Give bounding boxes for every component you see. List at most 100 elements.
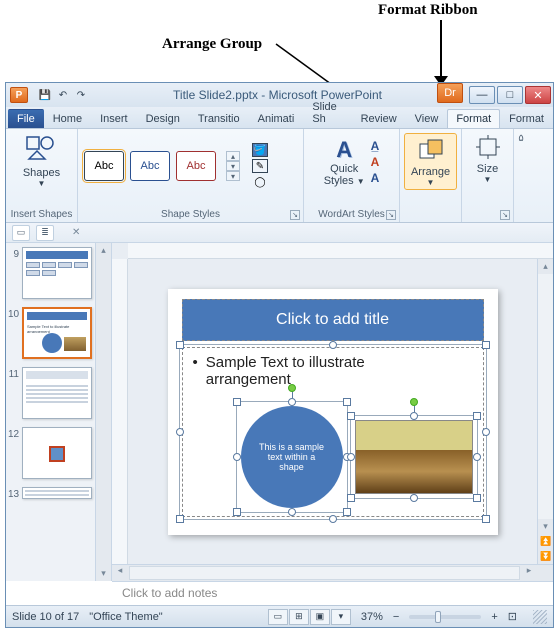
tab-animations[interactable]: Animati [249, 109, 304, 128]
group-size: Size ▼ ↘ [462, 129, 514, 222]
slides-tab-icon[interactable]: ▭ [12, 225, 30, 241]
tab-transitions[interactable]: Transitio [189, 109, 249, 128]
thumb-number: 10 [8, 307, 22, 320]
tab-home[interactable]: Home [44, 109, 91, 128]
close-button[interactable]: ✕ [525, 86, 551, 104]
status-theme: "Office Theme" [89, 611, 162, 623]
size-button[interactable]: Size ▼ [470, 133, 506, 184]
slide-surface[interactable]: Click to add title Sample Text to illust… [128, 259, 537, 564]
annotation-area: Format Ribbon Arrange Group [0, 0, 559, 82]
slide-canvas[interactable]: Click to add title Sample Text to illust… [168, 289, 498, 535]
zoom-slider[interactable] [409, 615, 481, 619]
text-fill-icon[interactable]: A̲ [371, 139, 380, 153]
text-outline-icon[interactable]: A [371, 155, 380, 169]
thumbnail-10[interactable]: 10 Sample Text to illustrate arrangement [8, 307, 93, 359]
zoom-percent[interactable]: 37% [361, 611, 383, 623]
thumbnails-scrollbar[interactable]: ▴ ▾ [95, 243, 111, 581]
vertical-scrollbar[interactable]: ▴ ▾ ⏫ ⏬ [537, 259, 553, 564]
redo-icon[interactable]: ↷ [74, 88, 88, 102]
shape-style-1[interactable]: Abc [84, 151, 124, 181]
tab-insert[interactable]: Insert [91, 109, 137, 128]
slideshow-view-icon[interactable]: ▾ [331, 609, 351, 625]
wordart-launcher[interactable]: ↘ [386, 210, 396, 220]
app-icon[interactable]: P [10, 87, 28, 103]
shape-fill-icon[interactable]: 🪣 [252, 143, 268, 157]
shape-styles-launcher[interactable]: ↘ [290, 210, 300, 220]
ribbon-collapse[interactable]: ۵ [514, 129, 528, 222]
thumb-number: 12 [8, 427, 22, 440]
quick-styles-button[interactable]: A Quick Styles ▼ [324, 137, 365, 187]
status-slide-number: Slide 10 of 17 [12, 611, 79, 623]
prev-slide-icon[interactable]: ⏫ [538, 534, 553, 549]
zoom-thumb[interactable] [435, 611, 441, 623]
app-window: P 💾 ↶ ↷ Title Slide2.pptx - Microsoft Po… [5, 82, 554, 628]
reading-view-icon[interactable]: ▣ [310, 609, 330, 625]
title-placeholder[interactable]: Click to add title [182, 299, 484, 341]
maximize-button[interactable]: □ [497, 86, 523, 104]
zoom-in-icon[interactable]: + [491, 611, 497, 623]
shape-effects-icon[interactable]: ◯ [252, 175, 268, 189]
group-shape-styles: Abc Abc Abc ▴ ▾ ▾ 🪣 ✎ ◯ Shape Styles ↘ [78, 129, 304, 222]
tab-view[interactable]: View [406, 109, 448, 128]
vertical-ruler [112, 259, 128, 564]
group-label-wordart: WordArt Styles [304, 209, 399, 220]
thumbnail-12[interactable]: 12 [8, 427, 93, 479]
titlebar: P 💾 ↶ ↷ Title Slide2.pptx - Microsoft Po… [6, 83, 553, 107]
thumbnail-11[interactable]: 11 [8, 367, 93, 419]
thumbnail-13[interactable]: 13 [8, 487, 93, 500]
tab-format-drawing[interactable]: Format [447, 109, 500, 128]
chevron-down-icon: ▼ [427, 178, 435, 187]
shape-fill-controls: 🪣 ✎ ◯ [252, 143, 268, 189]
quick-access-toolbar: 💾 ↶ ↷ [38, 88, 88, 102]
view-subtoolbar: ▭ ≣ ✕ [6, 223, 553, 243]
normal-view-icon[interactable]: ▭ [268, 609, 288, 625]
minimize-button[interactable]: — [469, 86, 495, 104]
next-slide-icon[interactable]: ⏬ [538, 549, 553, 564]
horizontal-scrollbar[interactable]: ◂ ▸ [112, 564, 553, 581]
title-placeholder-text: Click to add title [276, 311, 389, 329]
annotation-format-ribbon: Format Ribbon [378, 2, 478, 19]
group-label-shape-styles: Shape Styles [78, 209, 303, 220]
scroll-up-icon: ▴ [99, 243, 108, 258]
undo-icon[interactable]: ↶ [56, 88, 70, 102]
thumb-number: 11 [8, 367, 22, 380]
shapes-button[interactable]: Shapes ▼ [19, 133, 65, 188]
tab-review[interactable]: Review [352, 109, 406, 128]
save-icon[interactable]: 💾 [38, 88, 52, 102]
tab-format-picture[interactable]: Format [500, 109, 553, 128]
horizontal-ruler [128, 243, 553, 259]
tab-slideshow[interactable]: Slide Sh [303, 97, 351, 128]
shape-style-2[interactable]: Abc [130, 151, 170, 181]
fit-to-window-icon[interactable]: ⊡ [508, 610, 517, 623]
outline-tab-icon[interactable]: ≣ [36, 225, 54, 241]
quick-styles-label-1: Quick [330, 163, 358, 175]
ribbon: Shapes ▼ Insert Shapes Abc Abc Abc ▴ ▾ ▾… [6, 129, 553, 223]
arrange-label: Arrange [411, 166, 450, 178]
zoom-out-icon[interactable]: − [393, 611, 399, 623]
size-label: Size [477, 163, 498, 175]
arrange-button[interactable]: Arrange ▼ [404, 133, 457, 190]
thumb-number: 13 [8, 487, 22, 500]
shape-style-3[interactable]: Abc [176, 151, 216, 181]
content-placeholder[interactable]: Sample Text to illustrate arrangement Th… [182, 347, 484, 517]
close-panel-icon[interactable]: ✕ [72, 227, 80, 238]
notes-pane[interactable]: Click to add notes [112, 581, 553, 605]
text-effects-icon[interactable]: A [371, 171, 380, 185]
resize-grip[interactable] [533, 610, 547, 624]
slide-thumbnails-panel: 9 10 Sample Text to illustrate arrangeme… [6, 243, 112, 581]
sorter-view-icon[interactable]: ⊞ [289, 609, 309, 625]
tab-design[interactable]: Design [137, 109, 189, 128]
chevron-down-icon: ▼ [357, 177, 365, 186]
size-launcher[interactable]: ↘ [500, 210, 510, 220]
window-controls: — □ ✕ [467, 86, 551, 104]
expand-icon: ▾ [226, 171, 240, 181]
shapes-label: Shapes [23, 167, 60, 179]
thumbnail-9[interactable]: 9 [8, 247, 93, 299]
scroll-up-icon: ▴ [538, 259, 553, 274]
shape-outline-icon[interactable]: ✎ [252, 159, 268, 173]
chevron-down-icon: ▼ [38, 179, 46, 188]
shape-styles-more[interactable]: ▴ ▾ ▾ [226, 151, 240, 181]
slide-editor: Click to add title Sample Text to illust… [112, 243, 553, 581]
selection-frame[interactable] [179, 344, 487, 520]
tab-file[interactable]: File [8, 109, 44, 128]
